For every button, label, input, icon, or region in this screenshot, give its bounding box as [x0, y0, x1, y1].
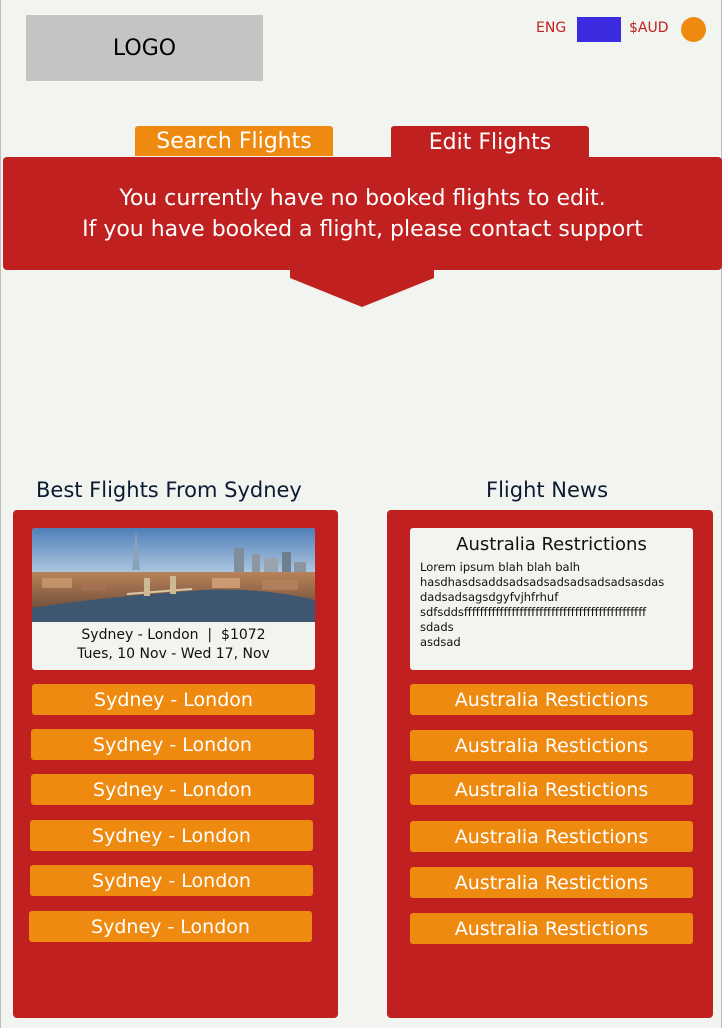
language-flag-icon[interactable] [577, 17, 621, 42]
currency-selector[interactable]: $AUD [629, 20, 669, 36]
flight-item-button[interactable]: Sydney - London [30, 820, 313, 851]
profile-avatar[interactable] [681, 17, 706, 42]
logo[interactable]: LOGO [26, 15, 263, 81]
news-item-button[interactable]: Australia Restictions [410, 867, 693, 898]
banner-line-1: You currently have no booked flights to … [119, 185, 606, 211]
no-bookings-banner: You currently have no booked flights to … [3, 157, 722, 270]
news-card-title: Australia Restrictions [456, 534, 647, 555]
featured-flight-dates: Tues, 10 Nov - Wed 17, Nov [77, 646, 270, 662]
logo-text: LOGO [112, 35, 177, 61]
flight-item-button[interactable]: Sydney - London [32, 684, 315, 715]
featured-flight-card[interactable]: Sydney - London | $1072 Tues, 10 Nov - W… [32, 528, 315, 670]
flight-item-button[interactable]: Sydney - London [31, 774, 314, 805]
london-skyline-image [32, 528, 315, 622]
language-selector[interactable]: ENG [536, 20, 566, 36]
tab-search-flights[interactable]: Search Flights [135, 126, 333, 156]
news-item-button[interactable]: Australia Restictions [410, 913, 693, 944]
flight-news-title: Flight News [486, 478, 609, 502]
news-item-button[interactable]: Australia Restictions [410, 730, 693, 761]
flight-item-button[interactable]: Sydney - London [30, 865, 313, 896]
news-card-body: Lorem ipsum blah blah balh hasdhasdsadds… [420, 560, 665, 649]
news-item-button[interactable]: Australia Restictions [410, 684, 693, 715]
tab-edit-label: Edit Flights [428, 129, 552, 155]
flight-item-button[interactable]: Sydney - London [29, 911, 312, 942]
tab-edit-flights[interactable]: Edit Flights [391, 126, 589, 158]
best-flights-title: Best Flights From Sydney [36, 478, 302, 502]
featured-news-card[interactable]: Australia Restrictions Lorem ipsum blah … [410, 528, 693, 670]
tab-search-label: Search Flights [156, 128, 312, 154]
banner-line-2: If you have booked a flight, please cont… [82, 216, 643, 242]
banner-pointer-icon [290, 270, 434, 307]
featured-flight-route-price: Sydney - London | $1072 [81, 627, 266, 643]
news-item-button[interactable]: Australia Restictions [410, 774, 693, 805]
news-item-button[interactable]: Australia Restictions [410, 821, 693, 852]
flight-item-button[interactable]: Sydney - London [31, 729, 314, 760]
